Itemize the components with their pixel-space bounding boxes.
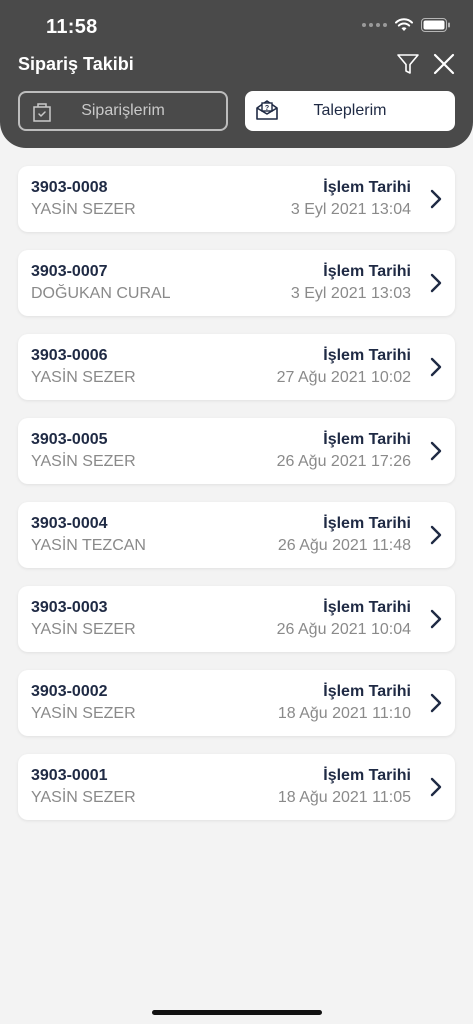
- tab-orders-label: Siparişlerim: [81, 102, 165, 119]
- item-code: 3903-0001: [31, 767, 108, 784]
- item-code: 3903-0003: [31, 599, 108, 616]
- item-date: 18 Ağu 2021 11:05: [277, 789, 411, 806]
- chevron-right-icon: [430, 693, 442, 713]
- mail-question-icon: ?: [256, 100, 278, 120]
- list-item[interactable]: 3903-0002 YASİN SEZER İşlem Tarihi 18 Ağ…: [18, 670, 455, 736]
- item-code: 3903-0007: [31, 263, 108, 280]
- item-name: YASİN SEZER: [31, 621, 136, 638]
- status-icons: [362, 18, 451, 32]
- list-item[interactable]: 3903-0005 YASİN SEZER İşlem Tarihi 26 Ağ…: [18, 418, 455, 484]
- status-time: 11:58: [46, 16, 98, 38]
- item-date: 26 Ağu 2021 17:26: [276, 453, 411, 470]
- list-item[interactable]: 3903-0001 YASİN SEZER İşlem Tarihi 18 Ağ…: [18, 754, 455, 820]
- filter-icon: [397, 54, 419, 74]
- item-name: DOĞUKAN CURAL: [31, 285, 171, 302]
- item-code: 3903-0005: [31, 431, 108, 448]
- item-date: 26 Ağu 2021 10:04: [276, 621, 411, 638]
- item-code: 3903-0008: [31, 179, 108, 196]
- home-indicator[interactable]: [152, 1010, 322, 1015]
- item-date-label: İşlem Tarihi: [323, 767, 411, 784]
- shopping-bag-icon: [33, 103, 51, 122]
- item-name: YASİN SEZER: [31, 369, 136, 386]
- chevron-right-icon: [430, 441, 442, 461]
- item-code: 3903-0004: [31, 515, 108, 532]
- wifi-icon: [395, 18, 413, 31]
- chevron-right-icon: [430, 273, 442, 293]
- tab-requests[interactable]: ? Taleplerim: [245, 91, 455, 131]
- item-code: 3903-0006: [31, 347, 108, 364]
- list-item[interactable]: 3903-0008 YASİN SEZER İşlem Tarihi 3 Eyl…: [18, 166, 455, 232]
- battery-icon: [421, 18, 450, 32]
- cellular-signal-icon: [362, 23, 387, 27]
- page-title: Sipariş Takibi: [18, 54, 134, 74]
- item-date-label: İşlem Tarihi: [323, 683, 411, 700]
- item-name: YASİN SEZER: [31, 201, 136, 218]
- list-item[interactable]: 3903-0007 DOĞUKAN CURAL İşlem Tarihi 3 E…: [18, 250, 455, 316]
- item-date-label: İşlem Tarihi: [323, 347, 411, 364]
- chevron-right-icon: [430, 777, 442, 797]
- header-bar: 11:58 Sipariş Takibi Siparişlerim ? Tale…: [0, 0, 473, 148]
- close-button[interactable]: [430, 50, 458, 78]
- tab-orders[interactable]: Siparişlerim: [18, 91, 228, 131]
- item-date: 26 Ağu 2021 11:48: [277, 537, 411, 554]
- item-code: 3903-0002: [31, 683, 108, 700]
- item-date: 18 Ağu 2021 11:10: [277, 705, 411, 722]
- item-date-label: İşlem Tarihi: [323, 515, 411, 532]
- item-name: YASİN TEZCAN: [31, 537, 146, 554]
- item-date-label: İşlem Tarihi: [323, 599, 411, 616]
- chevron-right-icon: [430, 189, 442, 209]
- item-date: 27 Ağu 2021 10:02: [276, 369, 411, 386]
- item-name: YASİN SEZER: [31, 705, 136, 722]
- item-date-label: İşlem Tarihi: [323, 179, 411, 196]
- tab-requests-label: Taleplerim: [313, 102, 387, 119]
- item-name: YASİN SEZER: [31, 453, 136, 470]
- chevron-right-icon: [430, 525, 442, 545]
- svg-text:?: ?: [265, 105, 269, 112]
- list-item[interactable]: 3903-0003 YASİN SEZER İşlem Tarihi 26 Ağ…: [18, 586, 455, 652]
- chevron-right-icon: [430, 609, 442, 629]
- close-icon: [433, 53, 455, 75]
- item-date-label: İşlem Tarihi: [323, 263, 411, 280]
- chevron-right-icon: [430, 357, 442, 377]
- item-date: 3 Eyl 2021 13:04: [290, 201, 411, 218]
- list-item[interactable]: 3903-0004 YASİN TEZCAN İşlem Tarihi 26 A…: [18, 502, 455, 568]
- filter-button[interactable]: [394, 50, 422, 78]
- item-name: YASİN SEZER: [31, 789, 136, 806]
- item-date-label: İşlem Tarihi: [323, 431, 411, 448]
- item-date: 3 Eyl 2021 13:03: [290, 285, 411, 302]
- list-item[interactable]: 3903-0006 YASİN SEZER İşlem Tarihi 27 Ağ…: [18, 334, 455, 400]
